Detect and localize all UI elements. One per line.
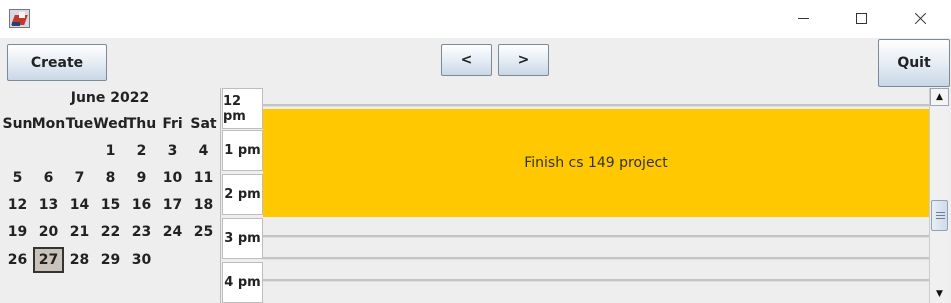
calendar-day[interactable]: 20 — [33, 219, 64, 245]
weekday-label: Fri — [162, 116, 183, 132]
calendar-day[interactable]: 2 — [126, 138, 157, 164]
time-label: 12 pm — [222, 88, 263, 129]
weekday-label: Wed — [93, 116, 128, 132]
calendar-day[interactable]: 10 — [157, 165, 188, 191]
title-bar — [0, 0, 951, 38]
calendar-day[interactable]: 29 — [95, 247, 126, 273]
time-column: 12 pm 1 pm 2 pm 3 pm 4 pm — [220, 88, 263, 303]
calendar-day[interactable]: 7 — [64, 165, 95, 191]
calendar-day[interactable]: 16 — [126, 192, 157, 218]
hour-divider — [263, 257, 929, 260]
calendar-day-selected[interactable]: 27 — [33, 247, 64, 273]
scroll-thumb[interactable] — [931, 200, 948, 231]
calendar-day[interactable]: 3 — [157, 138, 188, 164]
calendar-day[interactable]: 18 — [188, 192, 219, 218]
hour-divider — [263, 279, 929, 282]
minimize-icon — [798, 18, 809, 19]
calendar-day[interactable]: 15 — [95, 192, 126, 218]
time-label: 4 pm — [222, 262, 263, 303]
calendar-day[interactable]: 9 — [126, 165, 157, 191]
maximize-button[interactable] — [839, 4, 885, 34]
create-button[interactable]: Create — [7, 44, 107, 81]
calendar-week-row: 5 6 7 8 9 10 11 — [0, 165, 220, 191]
scroll-down-button[interactable]: ▼ — [930, 284, 949, 303]
close-window-button[interactable] — [897, 4, 943, 34]
calendar-day[interactable]: 8 — [95, 165, 126, 191]
calendar-day[interactable]: 19 — [2, 219, 33, 245]
scroll-down-arrow-icon: ▼ — [936, 288, 943, 299]
calendar-day[interactable]: 14 — [64, 192, 95, 218]
hour-divider — [263, 235, 929, 238]
calendar-week-row: 1234 — [0, 138, 220, 164]
scroll-up-button[interactable]: ▲ — [930, 88, 949, 106]
time-label: 2 pm — [222, 174, 263, 215]
calendar-week-row: 19 20 21 22 23 24 25 — [0, 219, 220, 245]
hour-divider — [263, 104, 929, 107]
calendar-day[interactable]: 26 — [2, 247, 33, 273]
calendar-day[interactable]: 30 — [126, 247, 157, 273]
weekday-label: Tue — [65, 116, 94, 132]
java-app-icon[interactable] — [9, 9, 30, 28]
calendar-day[interactable]: 23 — [126, 219, 157, 245]
calendar-day[interactable]: 12 — [2, 192, 33, 218]
time-label: 1 pm — [222, 130, 263, 171]
weekday-label: Mon — [31, 116, 66, 132]
calendar-day[interactable]: 13 — [33, 192, 64, 218]
weekday-label: Sat — [190, 116, 217, 132]
calendar-day[interactable]: 21 — [64, 219, 95, 245]
event-title: Finish cs 149 project — [524, 155, 668, 171]
weekday-label: Thu — [126, 116, 157, 132]
schedule-area: Finish cs 149 project — [263, 88, 929, 303]
next-button[interactable]: > — [498, 44, 549, 76]
vertical-scrollbar[interactable]: ▲ ▼ — [929, 88, 949, 303]
calendar-day[interactable]: 11 — [188, 165, 219, 191]
event-block[interactable]: Finish cs 149 project — [263, 109, 929, 217]
calendar-day[interactable]: 4 — [188, 138, 219, 164]
calendar-day[interactable]: 24 — [157, 219, 188, 245]
calendar-day[interactable]: 6 — [33, 165, 64, 191]
scroll-up-arrow-icon: ▲ — [936, 92, 943, 102]
calendar-week-row: 26 27 28 29 30 — [0, 247, 220, 273]
calendar-day[interactable]: 1 — [95, 138, 126, 164]
weekday-label: Sun — [2, 116, 33, 132]
previous-button[interactable]: < — [441, 44, 492, 76]
calendar-week-row: 12 13 14 15 16 17 18 — [0, 192, 220, 218]
calendar-weekday-header: Sun Mon Tue Wed Thu Fri Sat — [0, 111, 220, 137]
calendar-day[interactable]: 25 — [188, 219, 219, 245]
calendar-day[interactable]: 5 — [2, 165, 33, 191]
minimize-button[interactable] — [781, 4, 827, 34]
quit-button[interactable]: Quit — [878, 39, 950, 87]
calendar-day[interactable]: 28 — [64, 247, 95, 273]
calendar-day[interactable]: 17 — [157, 192, 188, 218]
maximize-icon — [856, 13, 867, 24]
calendar-month-title: June 2022 — [70, 90, 150, 106]
time-label: 3 pm — [222, 218, 263, 259]
calendar-day[interactable]: 22 — [95, 219, 126, 245]
